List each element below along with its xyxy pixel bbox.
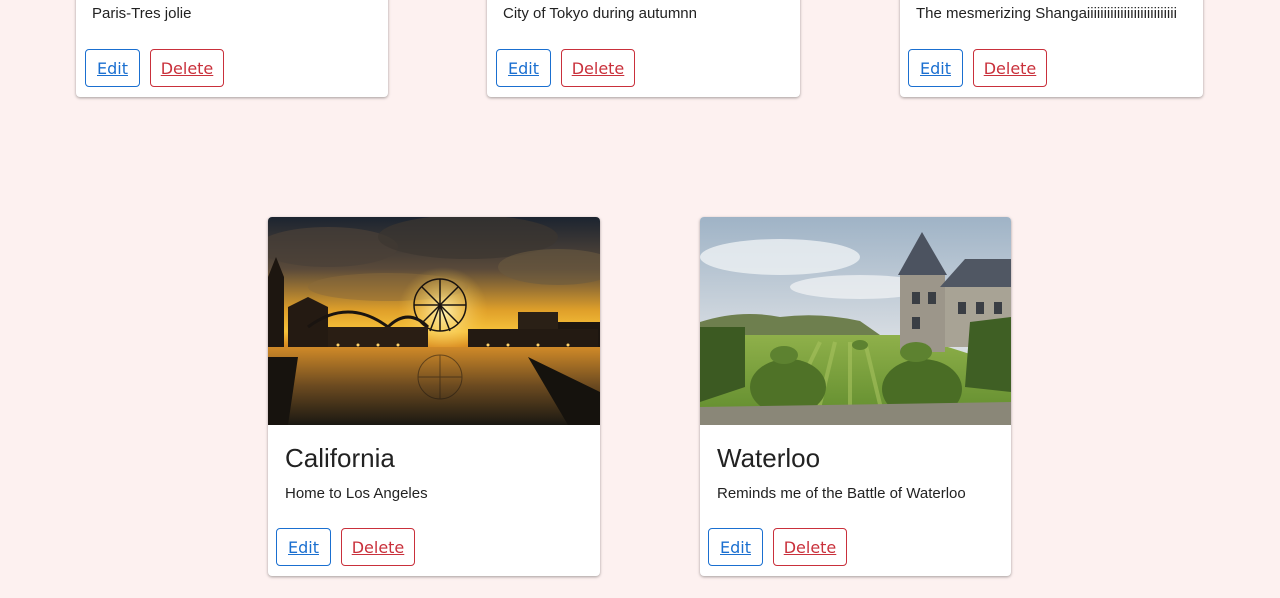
edit-button[interactable]: Edit — [85, 49, 140, 87]
delete-button[interactable]: Delete — [150, 49, 224, 87]
delete-button[interactable]: Delete — [561, 49, 635, 87]
card-description: Paris-Tres jolie — [92, 5, 192, 22]
edit-button[interactable]: Edit — [908, 49, 963, 87]
edit-button[interactable]: Edit — [708, 528, 763, 566]
card-description: City of Tokyo during autumnn — [503, 5, 697, 22]
delete-button[interactable]: Delete — [341, 528, 415, 566]
card-description: Home to Los Angeles — [285, 485, 428, 502]
delete-button[interactable]: Delete — [973, 49, 1047, 87]
waterloo-chateau-garden-image — [700, 217, 1011, 425]
place-card-waterloo: Waterloo Reminds me of the Battle of Wat… — [700, 217, 1011, 576]
place-card: The mesmerizing Shangaiiiiiiiiiiiiiiiiii… — [900, 0, 1203, 97]
card-description: Reminds me of the Battle of Waterloo — [717, 485, 966, 502]
edit-button[interactable]: Edit — [276, 528, 331, 566]
card-description: The mesmerizing Shangaiiiiiiiiiiiiiiiiii… — [916, 5, 1177, 22]
edit-button[interactable]: Edit — [496, 49, 551, 87]
delete-button[interactable]: Delete — [773, 528, 847, 566]
place-card: City of Tokyo during autumnn Edit Delete — [487, 0, 800, 97]
card-title: California — [285, 443, 395, 473]
california-pier-sunset-image — [268, 217, 600, 425]
place-card: Paris-Tres jolie Edit Delete — [76, 0, 388, 97]
card-title: Waterloo — [717, 443, 821, 473]
place-card-california: California Home to Los Angeles Edit Dele… — [268, 217, 600, 576]
